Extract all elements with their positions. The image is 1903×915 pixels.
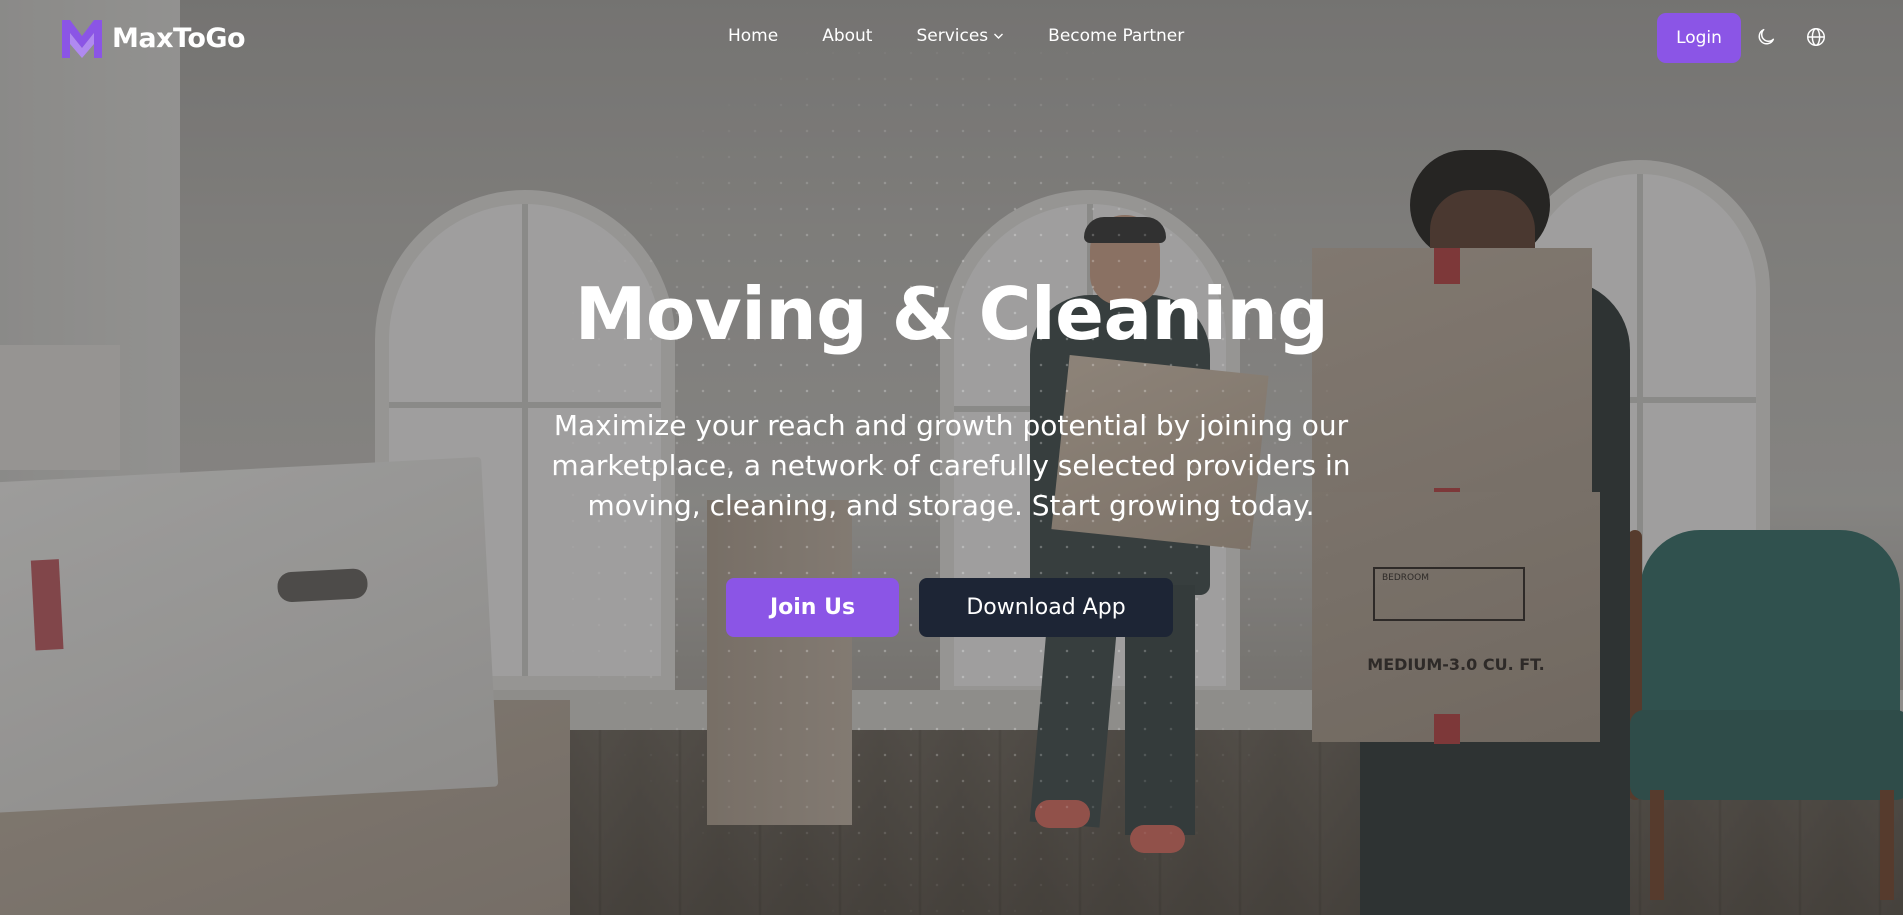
nav-services[interactable]: Services [916,26,1004,46]
nav-become-partner[interactable]: Become Partner [1048,26,1184,46]
login-button[interactable]: Login [1657,13,1741,63]
hero-title: Moving & Cleaning [574,272,1329,356]
brand-logo[interactable]: MaxToGo [60,16,246,60]
nav-services-label: Services [916,26,989,46]
hero-subtitle: Maximize your reach and growth potential… [551,409,1351,522]
site-header: MaxToGo Home About Services Become Partn… [0,0,1903,76]
main-nav: Home About Services Become Partner [728,26,1228,46]
logo-m-icon [62,20,102,58]
chevron-down-icon [994,33,1004,39]
download-app-button[interactable]: Download App [919,578,1173,637]
brand-name: MaxToGo [112,22,246,54]
join-us-button[interactable]: Join Us [726,578,899,637]
globe-icon [1807,28,1825,46]
nav-about[interactable]: About [822,26,872,46]
moon-icon [1758,28,1775,45]
language-button[interactable] [1804,26,1828,50]
nav-home[interactable]: Home [728,26,778,46]
theme-toggle-button[interactable] [1754,26,1778,50]
